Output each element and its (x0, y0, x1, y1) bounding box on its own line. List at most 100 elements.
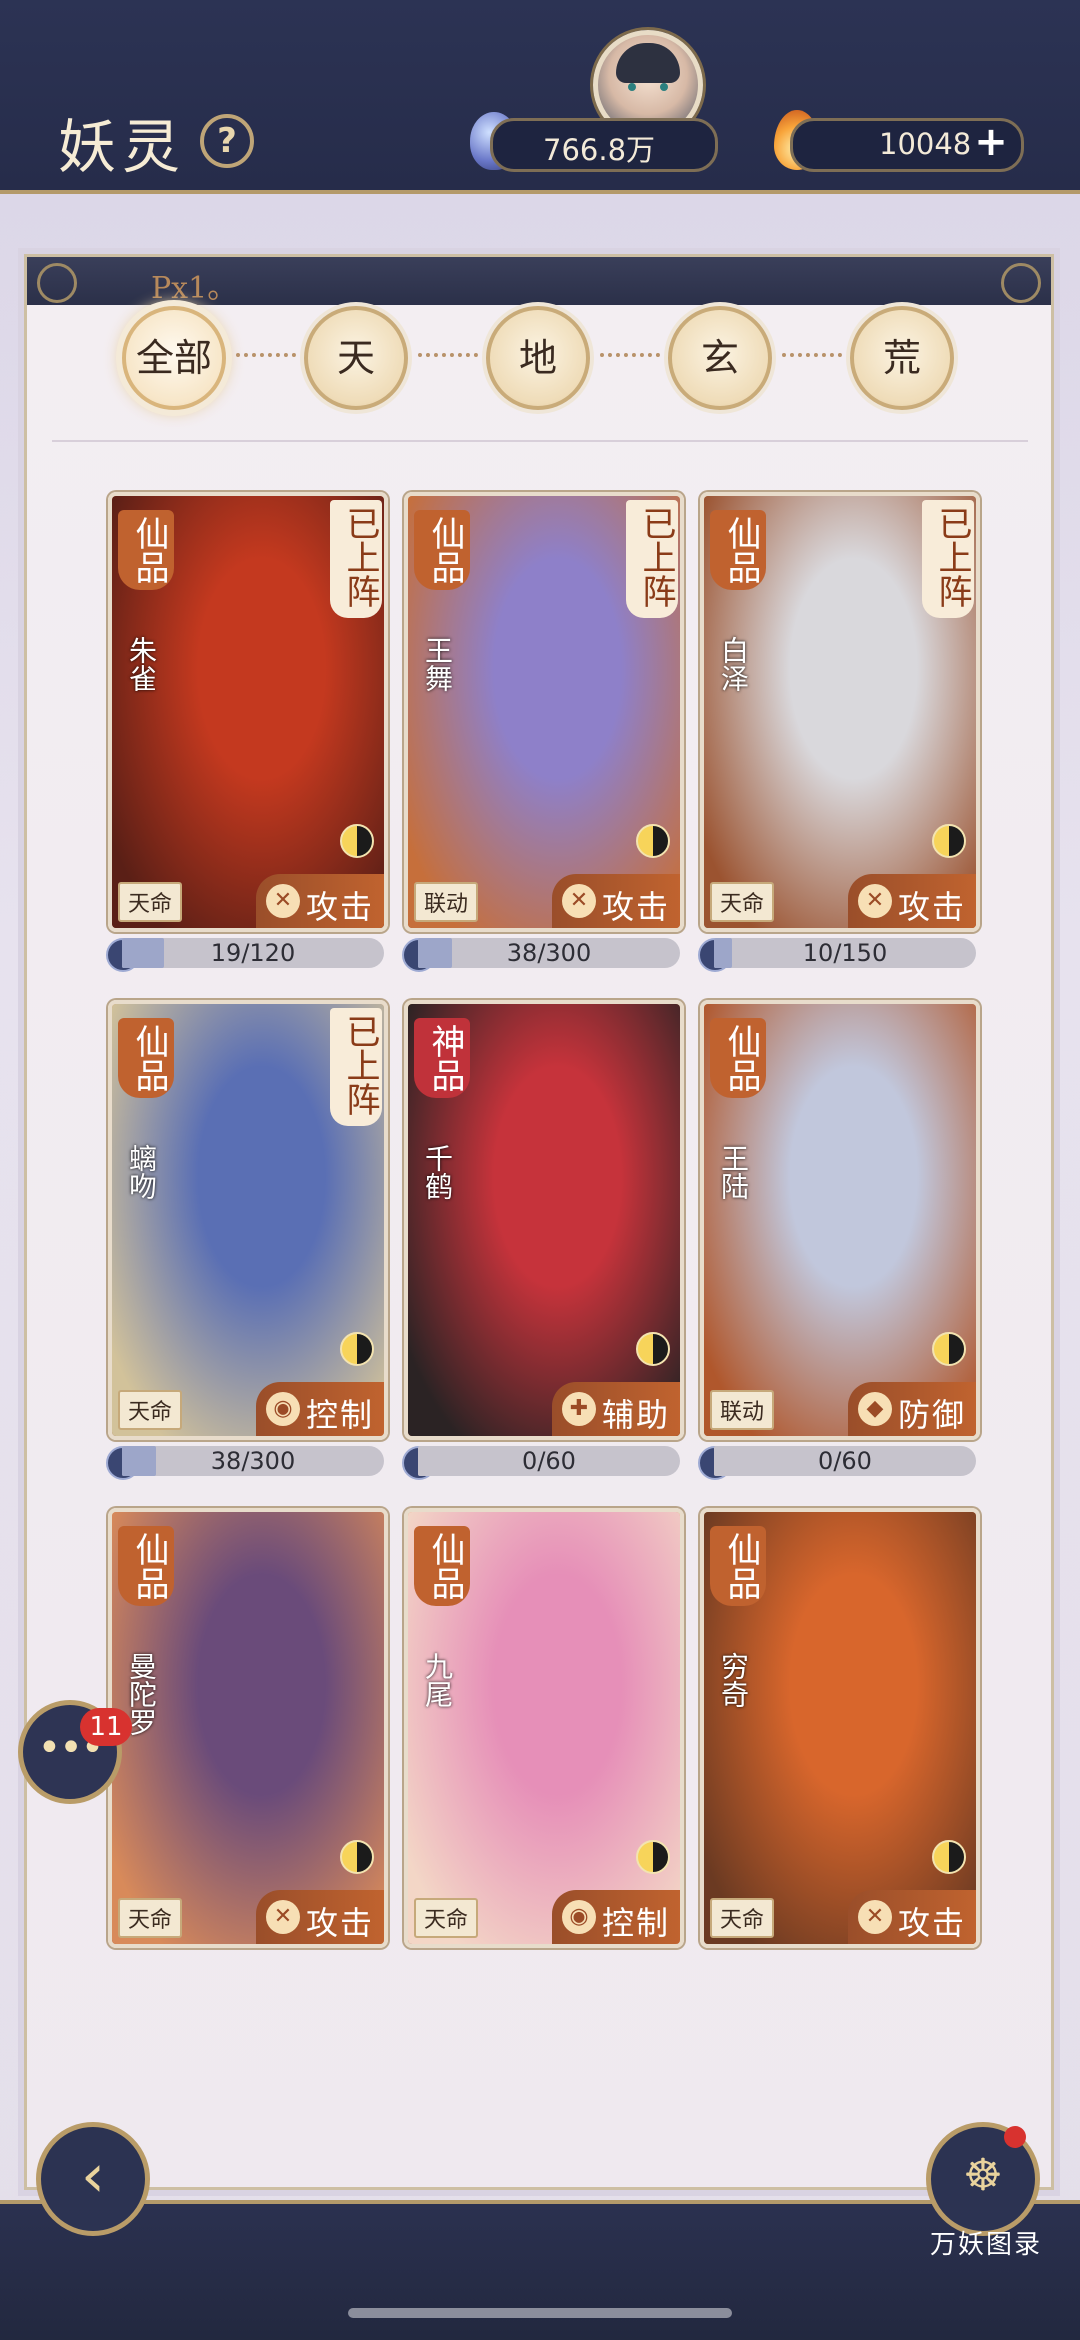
role-label: 控制 (602, 1904, 671, 1942)
spirit-card[interactable]: 仙品 九尾 天命 ◉ 控制 (404, 1508, 684, 1948)
role-icon: ◉ (562, 1900, 596, 1934)
gem-amount: 766.8万 (543, 133, 656, 167)
progress-fill (122, 938, 164, 968)
progress-text: 0/60 (818, 1447, 872, 1475)
role-label: 攻击 (306, 888, 375, 926)
spirit-card[interactable]: 仙品王陆联动 ◆ 防御 (700, 1000, 980, 1440)
role-label: 攻击 (898, 1904, 967, 1942)
role-badge: ✕ 攻击 (256, 1890, 384, 1944)
help-icon[interactable]: ? (200, 114, 254, 168)
yin-yang-icon (636, 824, 670, 858)
role-icon: ✕ (266, 884, 300, 918)
progress-text: 19/120 (210, 939, 296, 967)
deployed-badge: 已上阵 (330, 500, 382, 618)
shard-progress-bar: 10/150 (714, 938, 976, 968)
character-name: 王陆 (717, 1144, 750, 1200)
role-icon: ✕ (562, 884, 596, 918)
deployed-badge: 已上阵 (626, 500, 678, 618)
divider (52, 440, 1028, 442)
panel-knob-right-icon (1001, 263, 1041, 303)
role-badge: ✚ 辅助 (552, 1382, 680, 1436)
progress-text: 0/60 (522, 1447, 576, 1475)
grade-label: 仙品 (118, 510, 174, 590)
grade-label: 仙品 (414, 1526, 470, 1606)
origin-tag: 天命 (710, 1898, 775, 1938)
character-name: 螭吻 (125, 1144, 158, 1200)
role-badge: ◆ 防御 (848, 1382, 976, 1436)
origin-tag: 天命 (118, 882, 183, 922)
role-badge: ◉ 控制 (256, 1382, 384, 1436)
origin-tag: 天命 (118, 1390, 183, 1430)
spirit-card[interactable]: 仙品穷奇天命 ✕ 攻击 (700, 1508, 980, 1948)
shard-progress-bar: 19/120 (122, 938, 384, 968)
panel-header: Px1。 (27, 257, 1051, 306)
yin-yang-icon (932, 1332, 966, 1366)
notification-dot (1004, 2126, 1026, 2148)
tab-connector (236, 353, 296, 361)
yin-yang-icon (932, 1840, 966, 1874)
spirit-card[interactable]: 仙品螭吻 已上阵天命 ◉ 控制 (108, 1000, 388, 1440)
back-arrow-icon[interactable]: ‹ (36, 2122, 150, 2236)
role-badge: ✕ 攻击 (552, 874, 680, 928)
chat-unread-badge: 11 (80, 1708, 132, 1746)
grade-label: 仙品 (118, 1526, 174, 1606)
tab-all[interactable]: 全部 (122, 306, 226, 410)
character-name: 千鹤 (421, 1144, 454, 1200)
role-badge: ✕ 攻击 (848, 874, 976, 928)
origin-tag: 天命 (710, 882, 775, 922)
role-badge: ◉ 控制 (552, 1890, 680, 1944)
yin-yang-icon (636, 1840, 670, 1874)
yin-yang-icon (340, 824, 374, 858)
panel-header-text: Px1。 (151, 271, 238, 306)
progress-text: 38/300 (506, 939, 592, 967)
grade-label: 仙品 (118, 1018, 174, 1098)
origin-tag: 联动 (710, 1390, 775, 1430)
spirit-card[interactable]: 仙品朱雀 已上阵天命 ✕ 攻击 (108, 492, 388, 932)
spirit-card[interactable]: 神品千鹤 ✚ 辅助 (404, 1000, 684, 1440)
character-name: 穷奇 (717, 1652, 750, 1708)
tab-earth[interactable]: 地 (486, 306, 590, 410)
origin-tag: 联动 (414, 882, 479, 922)
role-icon: ◉ (266, 1392, 300, 1426)
grade-label: 仙品 (414, 510, 470, 590)
role-icon: ✕ (266, 1900, 300, 1934)
tab-connector (782, 353, 842, 361)
progress-fill (418, 938, 453, 968)
character-name: 白泽 (717, 636, 750, 692)
gem-currency-display: 766.8万 (490, 118, 718, 172)
home-indicator (348, 2308, 732, 2318)
shard-progress-bar: 0/60 (714, 1446, 976, 1476)
bestiary-label[interactable]: 万妖图录 (916, 2224, 1056, 2261)
role-badge: ✕ 攻击 (848, 1890, 976, 1944)
spirit-card[interactable]: 仙品 王舞 已上阵 联动 ✕ 攻击 (404, 492, 684, 932)
page-title: 妖灵 (58, 113, 187, 181)
bottom-bar (0, 2200, 1080, 2340)
flame-amount: 10048 (879, 127, 972, 161)
role-label: 攻击 (898, 888, 967, 926)
role-label: 攻击 (306, 1904, 375, 1942)
tab-wild[interactable]: 荒 (850, 306, 954, 410)
progress-fill (122, 1446, 157, 1476)
origin-tag: 天命 (118, 1898, 183, 1938)
yin-yang-icon (932, 824, 966, 858)
role-badge: ✕ 攻击 (256, 874, 384, 928)
role-label: 控制 (306, 1396, 375, 1434)
role-label: 攻击 (602, 888, 671, 926)
spirit-card[interactable]: 仙品 白泽 已上阵 天命 ✕ 攻击 (700, 492, 980, 932)
add-currency-plus-icon[interactable]: + (972, 122, 1010, 162)
yin-yang-icon (340, 1840, 374, 1874)
grade-label: 仙品 (710, 1526, 766, 1606)
grade-label: 仙品 (710, 1018, 766, 1098)
character-name: 朱雀 (125, 636, 158, 692)
spirit-card[interactable]: 仙品 曼陀罗 天命 ✕ 攻击 (108, 1508, 388, 1948)
grade-label: 神品 (414, 1018, 470, 1098)
tab-mystic[interactable]: 玄 (668, 306, 772, 410)
progress-fill (714, 938, 733, 968)
role-icon: ◆ (858, 1392, 892, 1426)
deployed-badge: 已上阵 (330, 1008, 382, 1126)
role-icon: ✕ (858, 1900, 892, 1934)
shard-progress-bar: 38/300 (122, 1446, 384, 1476)
tab-heaven[interactable]: 天 (304, 306, 408, 410)
deployed-badge: 已上阵 (922, 500, 974, 618)
shard-progress-bar: 0/60 (418, 1446, 680, 1476)
